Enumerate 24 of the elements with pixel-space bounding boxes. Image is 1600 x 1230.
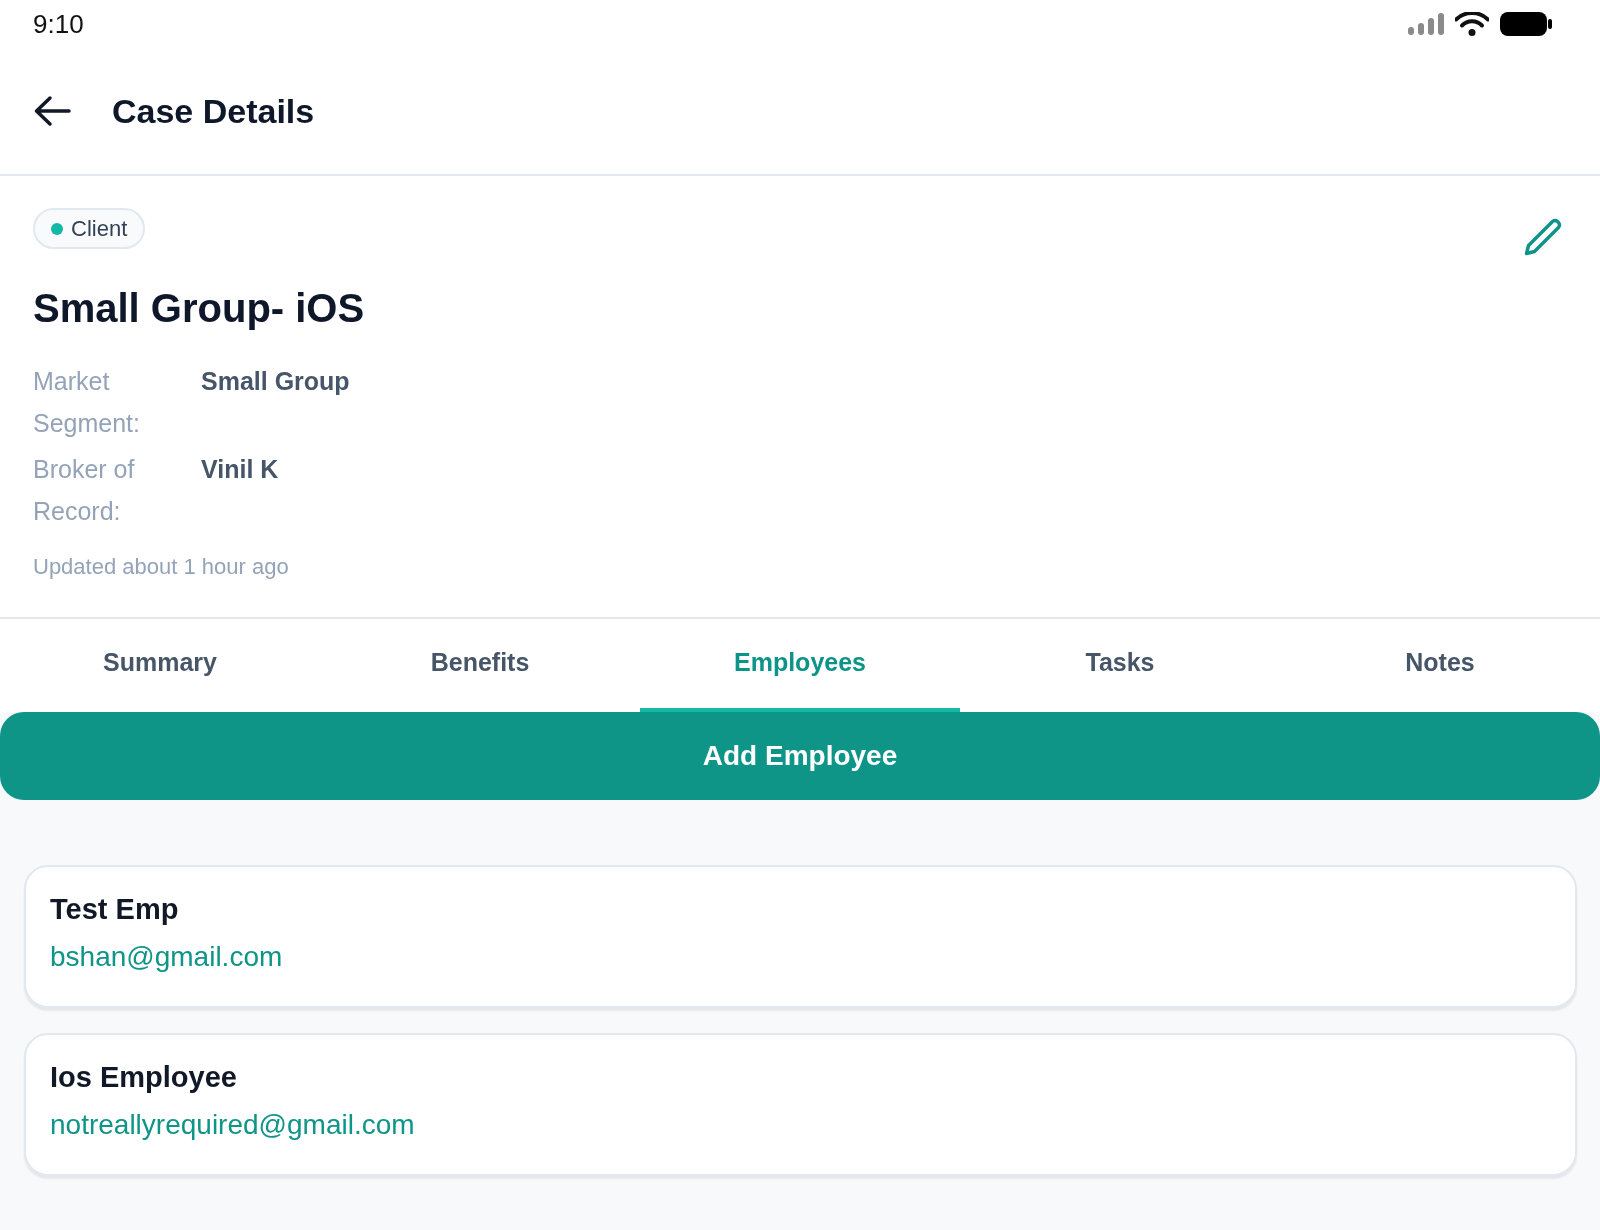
employee-email: notreallyrequired@gmail.com [50,1108,415,1142]
field-label: Broker of Record: [33,454,136,527]
clock-time: 9:10 [33,8,84,40]
employee-name: Test Emp [50,892,179,927]
employee-card[interactable]: Test Emp bshan@gmail.com [24,865,1577,1008]
edit-button[interactable] [1524,218,1562,256]
battery-icon [1500,12,1552,36]
pencil-icon [1524,218,1562,256]
case-title: Small Group- iOS [33,285,366,332]
signal-icon [1408,13,1444,35]
back-arrow-icon [33,95,71,127]
wifi-icon [1455,12,1489,36]
screen-title: Case Details [112,91,315,131]
status-dot-icon [51,222,63,235]
field-label: Market Segment: [33,366,141,439]
employee-name: Ios Employee [50,1060,237,1095]
field-value: Vinil K [201,455,279,483]
employee-email: bshan@gmail.com [50,940,283,974]
back-button[interactable] [33,95,71,127]
employee-card[interactable]: Ios Employee notreallyrequired@gmail.com [24,1033,1577,1176]
updated-time: Updated about 1 hour ago [33,554,289,579]
add-employee-button[interactable]: Add Employee [0,712,1600,800]
status-badge: Client [33,208,146,249]
field-value: Small Group [201,367,350,395]
